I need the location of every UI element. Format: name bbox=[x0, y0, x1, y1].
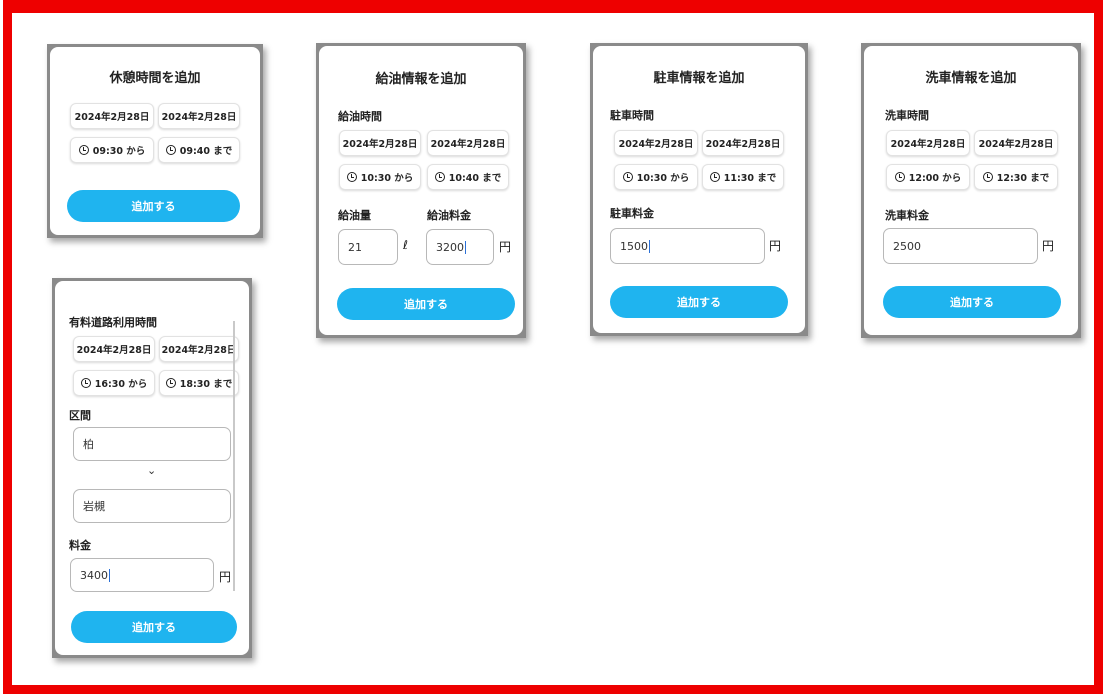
clock-icon bbox=[165, 145, 176, 155]
clock-icon bbox=[894, 172, 905, 182]
clock-icon bbox=[982, 172, 993, 182]
carwash-end-time[interactable]: 12:30 まで bbox=[974, 164, 1058, 190]
fuel-submit-button[interactable]: 追加する bbox=[337, 288, 515, 320]
fuel-amount-input[interactable]: 21 bbox=[338, 229, 398, 265]
chevron-down-icon: ⌄ bbox=[147, 464, 157, 477]
fuel-start-time[interactable]: 10:30 から bbox=[339, 164, 421, 190]
carwash-fee-label: 洗車料金 bbox=[885, 209, 929, 222]
toll-start-date[interactable]: 2024年2月28日 bbox=[73, 336, 155, 362]
rest-end-time[interactable]: 09:40 まで bbox=[158, 137, 240, 163]
rest-submit-button[interactable]: 追加する bbox=[67, 190, 240, 222]
scrollbar[interactable] bbox=[233, 321, 235, 591]
text-caret bbox=[465, 240, 466, 254]
carwash-dialog-body: 洗車情報を追加 洗車時間 2024年2月28日 2024年2月28日 12:00… bbox=[864, 46, 1078, 335]
parking-time-label: 駐車時間 bbox=[610, 109, 654, 122]
carwash-fee-input[interactable]: 2500 bbox=[883, 228, 1038, 264]
rest-title: 休憩時間を追加 bbox=[109, 71, 201, 86]
fuel-fee-unit: 円 bbox=[499, 240, 512, 254]
fuel-fee-value: 3200 bbox=[436, 240, 464, 254]
toll-end-time-label: 18:30 まで bbox=[179, 379, 233, 390]
clock-icon bbox=[80, 378, 91, 388]
rest-end-date[interactable]: 2024年2月28日 bbox=[158, 103, 240, 129]
fuel-dialog-body: 給油情報を追加 給油時間 2024年2月28日 2024年2月28日 10:30… bbox=[319, 46, 523, 335]
parking-fee-unit: 円 bbox=[769, 239, 782, 253]
clock-icon bbox=[622, 172, 633, 182]
fuel-start-time-label: 10:30 から bbox=[360, 173, 414, 184]
parking-start-time[interactable]: 10:30 から bbox=[614, 164, 698, 190]
toll-fee-input[interactable]: 3400 bbox=[70, 558, 214, 592]
parking-dialog-body: 駐車情報を追加 駐車時間 2024年2月28日 2024年2月28日 10:30… bbox=[593, 46, 805, 333]
fuel-amount-value: 21 bbox=[348, 240, 362, 254]
parking-fee-value: 1500 bbox=[620, 239, 648, 253]
rest-start-time-label: 09:30 から bbox=[92, 146, 146, 157]
carwash-fee-value: 2500 bbox=[893, 239, 921, 253]
fuel-amount-label: 給油量 bbox=[338, 209, 371, 222]
fuel-start-date[interactable]: 2024年2月28日 bbox=[339, 130, 421, 156]
toll-time-label: 有料道路利用時間 bbox=[69, 316, 157, 329]
toll-to-value: 岩槻 bbox=[83, 500, 105, 513]
text-caret bbox=[109, 568, 110, 582]
parking-end-time-label: 11:30 まで bbox=[723, 173, 777, 184]
toll-section-label: 区間 bbox=[69, 409, 91, 422]
rest-start-time[interactable]: 09:30 から bbox=[70, 137, 154, 163]
toll-start-time[interactable]: 16:30 から bbox=[73, 370, 155, 396]
parking-fee-label: 駐車料金 bbox=[610, 207, 654, 220]
rest-dialog: 休憩時間を追加 2024年2月28日 2024年2月28日 09:30 から 0… bbox=[47, 44, 263, 238]
carwash-end-date[interactable]: 2024年2月28日 bbox=[974, 130, 1058, 156]
parking-dialog: 駐車情報を追加 駐車時間 2024年2月28日 2024年2月28日 10:30… bbox=[590, 43, 808, 336]
parking-title: 駐車情報を追加 bbox=[653, 71, 745, 86]
fuel-dialog: 給油情報を追加 給油時間 2024年2月28日 2024年2月28日 10:30… bbox=[316, 43, 526, 338]
toll-dialog: 有料道路利用時間 2024年2月28日 2024年2月28日 16:30 から … bbox=[52, 278, 252, 658]
carwash-start-time[interactable]: 12:00 から bbox=[886, 164, 970, 190]
parking-submit-button[interactable]: 追加する bbox=[610, 286, 788, 318]
fuel-fee-label: 給油料金 bbox=[427, 209, 471, 222]
parking-start-time-label: 10:30 から bbox=[636, 173, 690, 184]
toll-submit-button[interactable]: 追加する bbox=[71, 611, 237, 643]
clock-icon bbox=[165, 378, 176, 388]
carwash-submit-button[interactable]: 追加する bbox=[883, 286, 1061, 318]
text-caret bbox=[649, 239, 650, 253]
fuel-fee-input[interactable]: 3200 bbox=[426, 229, 494, 265]
fuel-end-time[interactable]: 10:40 まで bbox=[427, 164, 509, 190]
clock-icon bbox=[346, 172, 357, 182]
fuel-end-date[interactable]: 2024年2月28日 bbox=[427, 130, 509, 156]
rest-dialog-body: 休憩時間を追加 2024年2月28日 2024年2月28日 09:30 から 0… bbox=[50, 47, 260, 235]
toll-end-time[interactable]: 18:30 まで bbox=[159, 370, 239, 396]
parking-fee-input[interactable]: 1500 bbox=[610, 228, 765, 264]
toll-start-time-label: 16:30 から bbox=[94, 379, 148, 390]
carwash-start-time-label: 12:00 から bbox=[908, 173, 962, 184]
toll-from-value: 柏 bbox=[83, 438, 94, 451]
toll-from-input[interactable]: 柏 bbox=[73, 427, 231, 461]
rest-end-time-label: 09:40 まで bbox=[179, 146, 233, 157]
toll-fee-unit: 円 bbox=[219, 570, 232, 584]
carwash-dialog: 洗車情報を追加 洗車時間 2024年2月28日 2024年2月28日 12:00… bbox=[861, 43, 1081, 338]
parking-end-date[interactable]: 2024年2月28日 bbox=[702, 130, 784, 156]
parking-start-date[interactable]: 2024年2月28日 bbox=[614, 130, 698, 156]
clock-icon bbox=[709, 172, 720, 182]
fuel-end-time-label: 10:40 まで bbox=[448, 173, 502, 184]
carwash-title: 洗車情報を追加 bbox=[925, 71, 1017, 86]
toll-end-date[interactable]: 2024年2月28日 bbox=[159, 336, 239, 362]
toll-to-input[interactable]: 岩槻 bbox=[73, 489, 231, 523]
fuel-time-label: 給油時間 bbox=[338, 110, 382, 123]
parking-end-time[interactable]: 11:30 まで bbox=[702, 164, 784, 190]
carwash-end-time-label: 12:30 まで bbox=[996, 173, 1050, 184]
fuel-amount-unit: ℓ bbox=[403, 238, 408, 252]
toll-fee-value: 3400 bbox=[80, 568, 108, 582]
fuel-title: 給油情報を追加 bbox=[375, 72, 467, 87]
carwash-time-label: 洗車時間 bbox=[885, 109, 929, 122]
toll-dialog-body: 有料道路利用時間 2024年2月28日 2024年2月28日 16:30 から … bbox=[55, 281, 249, 655]
clock-icon bbox=[78, 145, 89, 155]
toll-fee-label: 料金 bbox=[69, 539, 91, 552]
carwash-start-date[interactable]: 2024年2月28日 bbox=[886, 130, 970, 156]
clock-icon bbox=[434, 172, 445, 182]
rest-start-date[interactable]: 2024年2月28日 bbox=[70, 103, 154, 129]
carwash-fee-unit: 円 bbox=[1042, 239, 1055, 253]
